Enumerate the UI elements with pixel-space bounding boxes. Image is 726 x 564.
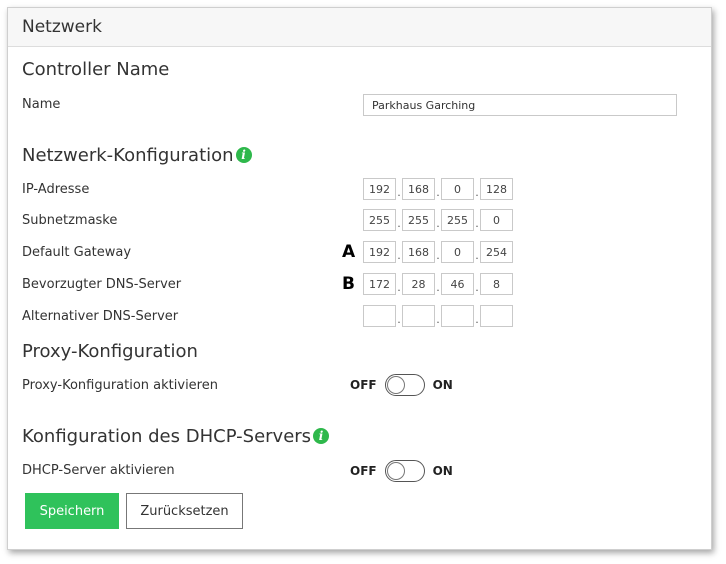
ip-octet-input[interactable]: [402, 305, 435, 327]
proxy-config-heading: Proxy-Konfiguration: [22, 341, 198, 362]
ip-address-group: ...: [363, 209, 513, 231]
save-button[interactable]: Speichern: [25, 493, 119, 529]
ip-octet-input[interactable]: [363, 241, 396, 263]
dhcp-toggle-label: DHCP-Server aktivieren: [22, 463, 175, 478]
name-label: Name: [22, 97, 61, 112]
ip-octet-input[interactable]: [402, 241, 435, 263]
network-row-label: Alternativer DNS-Server: [22, 309, 179, 324]
ip-octet-input[interactable]: [441, 241, 474, 263]
callout-marker: B: [342, 274, 355, 294]
ip-address-group: ...: [363, 241, 513, 263]
ip-address-group: ...: [363, 273, 513, 295]
ip-octet-input[interactable]: [402, 273, 435, 295]
proxy-on-label: ON: [432, 378, 453, 392]
ip-octet-input[interactable]: [363, 178, 396, 200]
ip-octet-input[interactable]: [480, 178, 513, 200]
callout-marker: A: [342, 242, 356, 262]
network-row-label: Bevorzugter DNS-Server: [22, 277, 182, 292]
ip-octet-input[interactable]: [480, 273, 513, 295]
controller-name-heading: Controller Name: [22, 59, 170, 80]
proxy-toggle-switch[interactable]: [384, 374, 425, 396]
network-config-heading-text: Netzwerk-Konfiguration: [22, 145, 234, 166]
panel-header: Netzwerk: [8, 8, 711, 47]
toggle-knob: [386, 462, 405, 480]
proxy-toggle-group: OFF ON: [350, 374, 453, 396]
network-row-label: Default Gateway: [22, 245, 132, 260]
ip-octet-input[interactable]: [480, 209, 513, 231]
ip-octet-input[interactable]: [402, 178, 435, 200]
ip-octet-input[interactable]: [441, 178, 474, 200]
dhcp-toggle-switch[interactable]: [384, 460, 425, 482]
dhcp-on-label: ON: [432, 464, 453, 478]
reset-button[interactable]: Zurücksetzen: [126, 493, 243, 529]
info-icon[interactable]: i: [313, 428, 330, 444]
network-config-heading: Netzwerk-Konfiguration i: [22, 145, 252, 166]
controller-name-input[interactable]: [363, 94, 677, 116]
proxy-off-label: OFF: [350, 378, 377, 392]
panel-title: Netzwerk: [22, 17, 102, 37]
network-settings-panel: Netzwerk Controller Name Name Netzwerk-K…: [7, 7, 712, 550]
info-icon[interactable]: i: [235, 147, 252, 163]
ip-octet-input[interactable]: [480, 305, 513, 327]
ip-octet-input[interactable]: [441, 209, 474, 231]
ip-address-group: ...: [363, 305, 513, 327]
dhcp-config-heading: Konfiguration des DHCP-Servers i: [22, 426, 330, 447]
ip-octet-input[interactable]: [363, 209, 396, 231]
dhcp-off-label: OFF: [350, 464, 377, 478]
ip-octet-input[interactable]: [363, 305, 396, 327]
ip-octet-input[interactable]: [363, 273, 396, 295]
proxy-toggle-label: Proxy-Konfiguration aktivieren: [22, 378, 218, 393]
ip-octet-input[interactable]: [402, 209, 435, 231]
toggle-knob: [386, 376, 405, 394]
ip-octet-input[interactable]: [441, 273, 474, 295]
ip-octet-input[interactable]: [480, 241, 513, 263]
network-row-label: IP-Adresse: [22, 182, 90, 197]
dhcp-toggle-group: OFF ON: [350, 460, 453, 482]
ip-address-group: ...: [363, 178, 513, 200]
ip-octet-input[interactable]: [441, 305, 474, 327]
dhcp-config-heading-text: Konfiguration des DHCP-Servers: [22, 426, 312, 447]
network-row-label: Subnetzmaske: [22, 213, 118, 228]
